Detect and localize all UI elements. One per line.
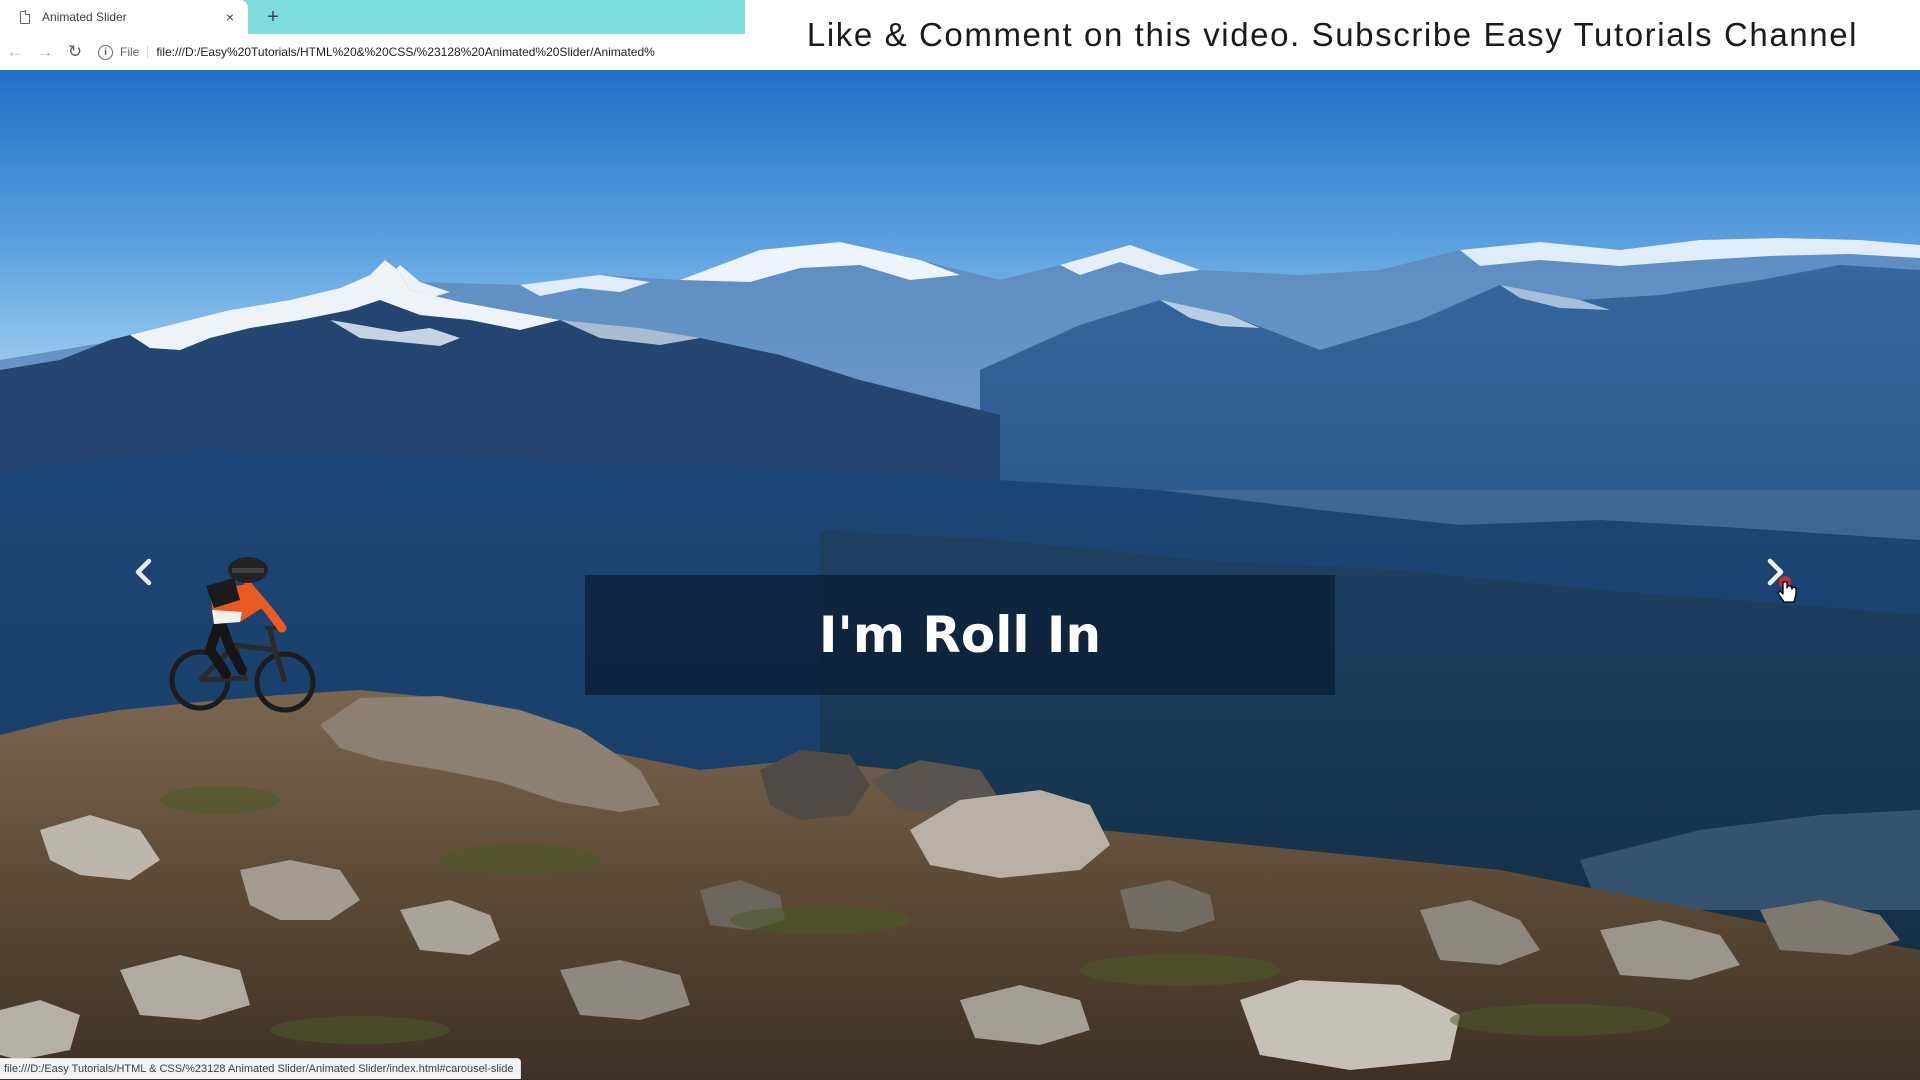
reload-icon: ↻ xyxy=(67,42,83,61)
browser-chrome: Animated Slider × + ← → ↻ i File file://… xyxy=(0,0,745,70)
tab-title: Animated Slider xyxy=(42,10,127,24)
prev-slide-button[interactable] xyxy=(124,552,164,592)
back-arrow-icon: ← xyxy=(6,42,24,61)
tab-close-icon[interactable]: × xyxy=(222,9,238,25)
page-icon xyxy=(20,10,31,24)
chevron-left-icon xyxy=(135,558,152,586)
back-button[interactable]: ← xyxy=(0,37,30,67)
carousel-slide: I'm Roll In xyxy=(0,70,1920,1080)
browser-toolbar: ← → ↻ i File file:///D:/Easy%20Tutorials… xyxy=(0,34,745,70)
overlay-caption: Like & Comment on this video. Subscribe … xyxy=(745,0,1920,70)
forward-button[interactable]: → xyxy=(30,37,60,67)
screen: Animated Slider × + ← → ↻ i File file://… xyxy=(0,0,1920,1080)
status-bar-url: file:///D:/Easy Tutorials/HTML & CSS/%23… xyxy=(0,1058,521,1079)
forward-arrow-icon: → xyxy=(36,42,54,61)
new-tab-button[interactable]: + xyxy=(260,4,286,30)
tab-strip: Animated Slider × + xyxy=(0,0,745,34)
scheme-label: File xyxy=(120,45,149,59)
address-bar[interactable]: i File file:///D:/Easy%20Tutorials/HTML%… xyxy=(98,38,745,66)
reload-button[interactable]: ↻ xyxy=(60,37,90,67)
info-icon[interactable]: i xyxy=(98,44,113,60)
hand-pointer-icon xyxy=(1777,576,1797,603)
tab-animated-slider[interactable]: Animated Slider × xyxy=(0,0,248,34)
slide-caption: I'm Roll In xyxy=(585,575,1335,695)
url-text[interactable]: file:///D:/Easy%20Tutorials/HTML%20&%20C… xyxy=(156,45,654,59)
